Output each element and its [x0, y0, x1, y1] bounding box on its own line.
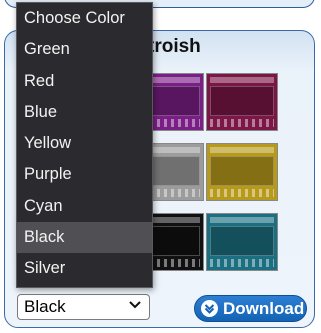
dropdown-option[interactable]: Green [17, 34, 152, 65]
card-title: troish [148, 36, 201, 57]
dropdown-option[interactable]: Silver [17, 253, 152, 284]
dropdown-option[interactable]: Purple [17, 159, 152, 190]
skin-thumbnail [206, 213, 278, 271]
dropdown-option[interactable]: Black [17, 222, 152, 254]
dropdown-option[interactable]: Red [17, 66, 152, 97]
download-label: Download [223, 298, 305, 318]
color-dropdown-list[interactable]: Choose Color Green Red Blue Yellow Purpl… [16, 2, 153, 288]
skin-thumbnail [206, 73, 278, 131]
skin-thumbnail [206, 143, 278, 201]
download-button[interactable]: Download [194, 295, 307, 322]
dropdown-option[interactable]: Yellow [17, 128, 152, 159]
dropdown-option[interactable]: Choose Color [17, 3, 152, 34]
dropdown-option[interactable]: Cyan [17, 191, 152, 222]
dropdown-option[interactable]: Blue [17, 97, 152, 128]
download-icon [201, 300, 218, 317]
color-select-value: Black [24, 297, 66, 316]
chevron-down-icon [129, 299, 141, 313]
color-select[interactable]: Black [17, 294, 150, 320]
